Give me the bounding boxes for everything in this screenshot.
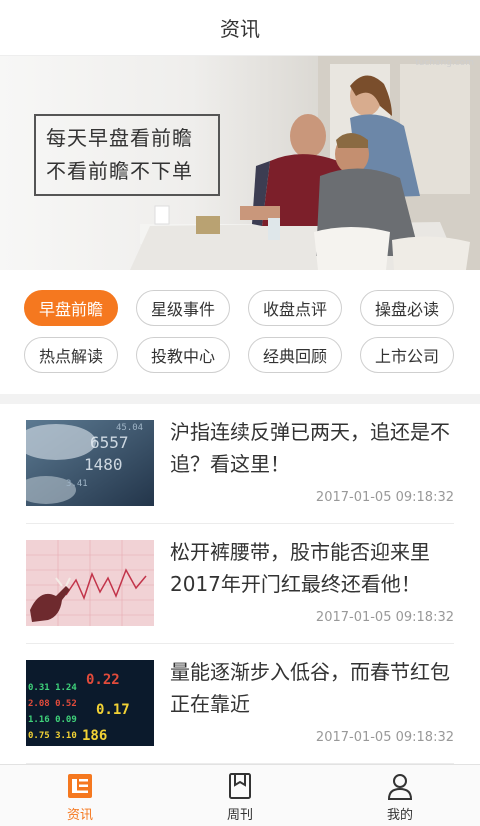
news-list: 6557 1480 45.04 3.41 沪指连续反弹已两天，追还是不追？看这里…: [0, 404, 480, 764]
svg-text:0.17: 0.17: [96, 702, 130, 718]
svg-text:0.31 1.24: 0.31 1.24: [28, 683, 77, 693]
tag-listed-companies[interactable]: 上市公司: [360, 337, 454, 373]
user-icon: [387, 774, 413, 800]
news-icon: [68, 774, 92, 798]
tag-morning-preview[interactable]: 早盘前瞻: [24, 290, 118, 326]
svg-text:0.22: 0.22: [86, 672, 120, 688]
tab-weekly-label: 周刊: [226, 808, 253, 823]
banner-slogan-line2: 不看前瞻不下单: [46, 159, 193, 183]
banner-carousel[interactable]: tuchong.com 每天早盘看前瞻 不看前瞻不下单: [0, 56, 480, 270]
news-title: 松开裤腰带，股市能否迎来里2017年开门红最终还看他！: [170, 540, 430, 596]
tab-news[interactable]: 资讯: [0, 765, 160, 826]
svg-text:1.16 0.09: 1.16 0.09: [28, 715, 77, 725]
tab-profile-label: 我的: [386, 808, 413, 823]
tab-weekly[interactable]: 周刊: [160, 765, 320, 826]
weekly-icon: [229, 773, 251, 799]
banner-slogan: 每天早盘看前瞻 不看前瞻不下单: [34, 114, 220, 196]
news-time: 2017-01-05 09:18:32: [315, 730, 454, 745]
tab-news-label: 资讯: [66, 808, 93, 823]
svg-text:6557: 6557: [90, 433, 129, 452]
stock-screen-image: 0.22 0.17 186 0.31 1.24 2.08 0.52 1.16 0…: [26, 660, 154, 746]
tag-classic-review[interactable]: 经典回顾: [248, 337, 342, 373]
news-time: 2017-01-05 09:18:32: [315, 610, 454, 625]
stock-ticker-board-image: 6557 1480 45.04 3.41: [26, 420, 154, 506]
category-tags: 早盘前瞻 星级事件 收盘点评 操盘必读 热点解读 投教中心 经典回顾 上市公司: [0, 270, 480, 394]
svg-text:45.04: 45.04: [116, 423, 143, 433]
section-divider: [0, 394, 480, 404]
app-header: 资讯: [0, 0, 480, 56]
svg-text:186: 186: [82, 728, 107, 744]
tag-closing-review[interactable]: 收盘点评: [248, 290, 342, 326]
bull-and-chart-image: [26, 540, 154, 626]
svg-text:0.75 3.10: 0.75 3.10: [28, 731, 77, 741]
tag-education-center[interactable]: 投教中心: [136, 337, 230, 373]
news-time: 2017-01-05 09:18:32: [315, 490, 454, 505]
tab-profile[interactable]: 我的: [320, 765, 480, 826]
page-title: 资讯: [220, 17, 260, 41]
news-item[interactable]: 6557 1480 45.04 3.41 沪指连续反弹已两天，追还是不追？看这里…: [26, 404, 454, 524]
tag-hot-topics[interactable]: 热点解读: [24, 337, 118, 373]
banner-slogan-line1: 每天早盘看前瞻: [46, 126, 193, 150]
news-title: 沪指连续反弹已两天，追还是不追？看这里！: [170, 420, 450, 476]
svg-text:3.41: 3.41: [66, 479, 88, 489]
news-item[interactable]: 0.22 0.17 186 0.31 1.24 2.08 0.52 1.16 0…: [26, 644, 454, 764]
news-item[interactable]: 松开裤腰带，股市能否迎来里2017年开门红最终还看他！ 2017-01-05 0…: [26, 524, 454, 644]
banner-watermark: tuchong.com: [415, 58, 474, 68]
bottom-tab-bar: 资讯 周刊 我的: [0, 764, 480, 826]
tag-star-events[interactable]: 星级事件: [136, 290, 230, 326]
news-title: 量能逐渐步入低谷，而春节红包正在靠近: [170, 660, 450, 716]
svg-text:1480: 1480: [84, 455, 123, 474]
tag-trading-must-read[interactable]: 操盘必读: [360, 290, 454, 326]
svg-text:2.08 0.52: 2.08 0.52: [28, 699, 77, 709]
